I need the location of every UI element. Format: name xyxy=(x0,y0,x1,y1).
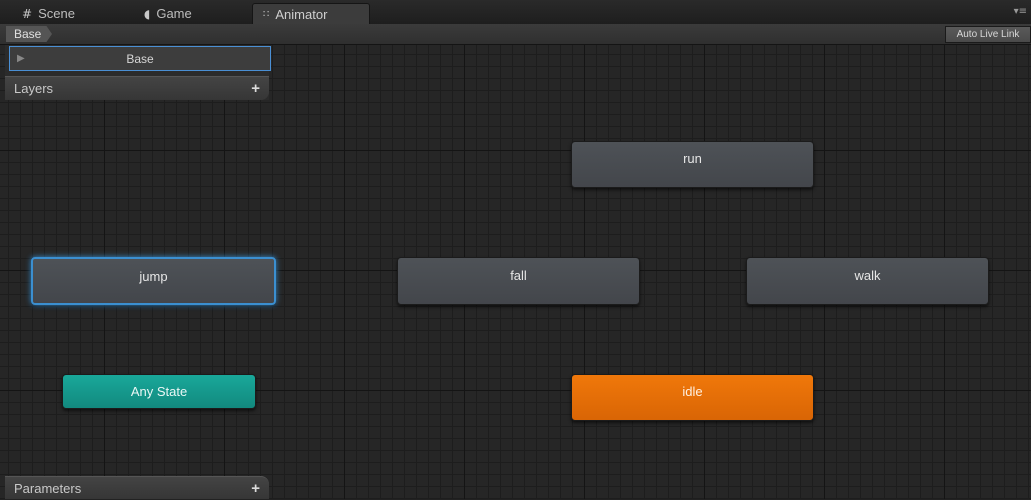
tab-game-label: Game xyxy=(156,6,192,21)
tab-scene-label: Scene xyxy=(38,6,75,21)
state-walk[interactable]: walk xyxy=(746,257,989,305)
pacman-icon: ◖ xyxy=(144,6,151,21)
auto-live-link-button[interactable]: Auto Live Link xyxy=(945,26,1031,43)
layers-header-label: Layers xyxy=(14,81,54,96)
state-idle[interactable]: idle xyxy=(571,374,814,421)
state-jump[interactable]: jump xyxy=(31,257,276,305)
layer-item-label: Base xyxy=(126,52,154,66)
tab-scene[interactable]: # Scene xyxy=(12,3,122,24)
state-jump-label: jump xyxy=(139,269,168,284)
window-tab-bar: # Scene ◖ Game ∷ Animator ▾≡ xyxy=(0,0,1031,25)
state-run-label: run xyxy=(683,151,702,166)
parameters-header-label: Parameters xyxy=(14,481,82,496)
tab-animator[interactable]: ∷ Animator xyxy=(252,3,370,24)
breadcrumb[interactable]: Base xyxy=(6,26,52,42)
state-run[interactable]: run xyxy=(571,141,814,188)
parameters-header: Parameters + xyxy=(5,476,269,499)
state-fall[interactable]: fall xyxy=(397,257,640,305)
breadcrumb-label: Base xyxy=(14,27,42,41)
auto-live-link-label: Auto Live Link xyxy=(956,29,1020,40)
state-walk-label: walk xyxy=(854,268,881,283)
tab-menu-icon[interactable]: ▾≡ xyxy=(1014,6,1027,17)
layer-item-base[interactable]: ▶ Base xyxy=(9,46,271,71)
grid-icon: # xyxy=(22,6,33,21)
state-idle-label: idle xyxy=(682,384,703,399)
tab-game[interactable]: ◖ Game xyxy=(134,3,244,24)
state-fall-label: fall xyxy=(510,268,527,283)
animator-icon: ∷ xyxy=(263,8,270,20)
tab-animator-label: Animator xyxy=(275,6,328,22)
add-layer-button[interactable]: + xyxy=(251,77,260,100)
state-any-state-label: Any State xyxy=(130,384,188,399)
state-any-state[interactable]: Any State xyxy=(62,374,256,409)
layers-header: Layers + xyxy=(5,76,269,100)
add-parameter-button[interactable]: + xyxy=(251,477,260,500)
breadcrumb-bar: Base Auto Live Link xyxy=(0,24,1031,45)
